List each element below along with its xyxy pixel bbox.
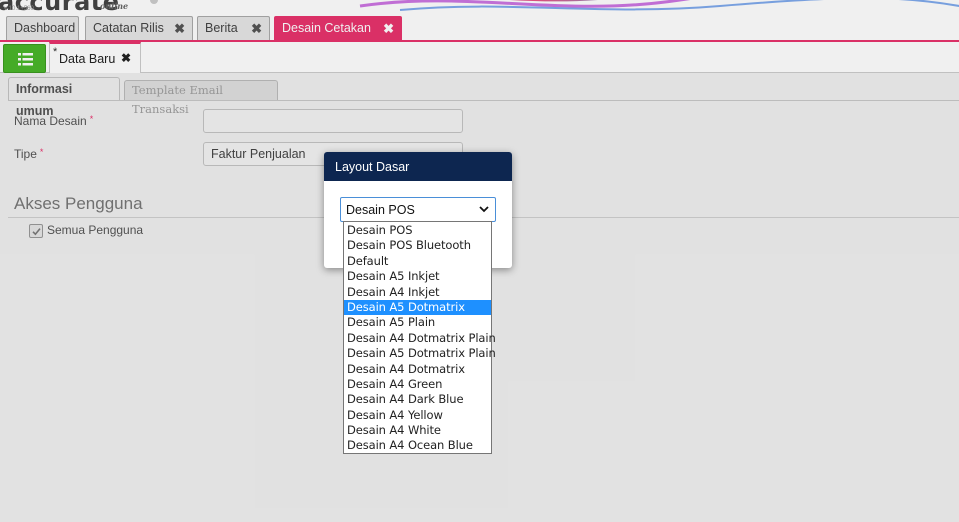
layout-option[interactable]: Desain A5 Dotmatrix Plain: [344, 346, 496, 361]
layout-option[interactable]: Desain A4 Yellow: [344, 408, 491, 423]
layout-option[interactable]: Desain POS: [344, 223, 491, 238]
layout-option[interactable]: Desain A5 Inkjet: [344, 269, 491, 284]
layout-option[interactable]: Desain A4 Dotmatrix Plain: [344, 331, 496, 346]
layout-option[interactable]: Desain A4 Inkjet: [344, 285, 491, 300]
chevron-down-icon: [479, 206, 489, 213]
layout-option[interactable]: Desain A4 Dotmatrix: [344, 362, 491, 377]
dialog-title: Layout Dasar: [324, 152, 512, 181]
layout-option[interactable]: Desain A5 Dotmatrix: [344, 299, 491, 316]
layout-option[interactable]: Desain POS Bluetooth: [344, 238, 491, 253]
layout-option[interactable]: Desain A4 Dark Blue: [344, 392, 491, 407]
layout-options-list: Desain POS Desain POS Bluetooth Default Des…: [343, 221, 496, 454]
layout-option[interactable]: Desain A4 White: [344, 423, 491, 438]
layout-option[interactable]: Desain A4 Green: [344, 377, 491, 392]
layout-option[interactable]: Default: [344, 254, 491, 269]
layout-option[interactable]: Desain A5 Plain: [344, 315, 491, 330]
layout-select[interactable]: Desain POS: [340, 197, 496, 222]
layout-select-value: Desain POS: [346, 203, 415, 217]
layout-option[interactable]: Desain A4 Ocean Blue: [344, 438, 491, 453]
